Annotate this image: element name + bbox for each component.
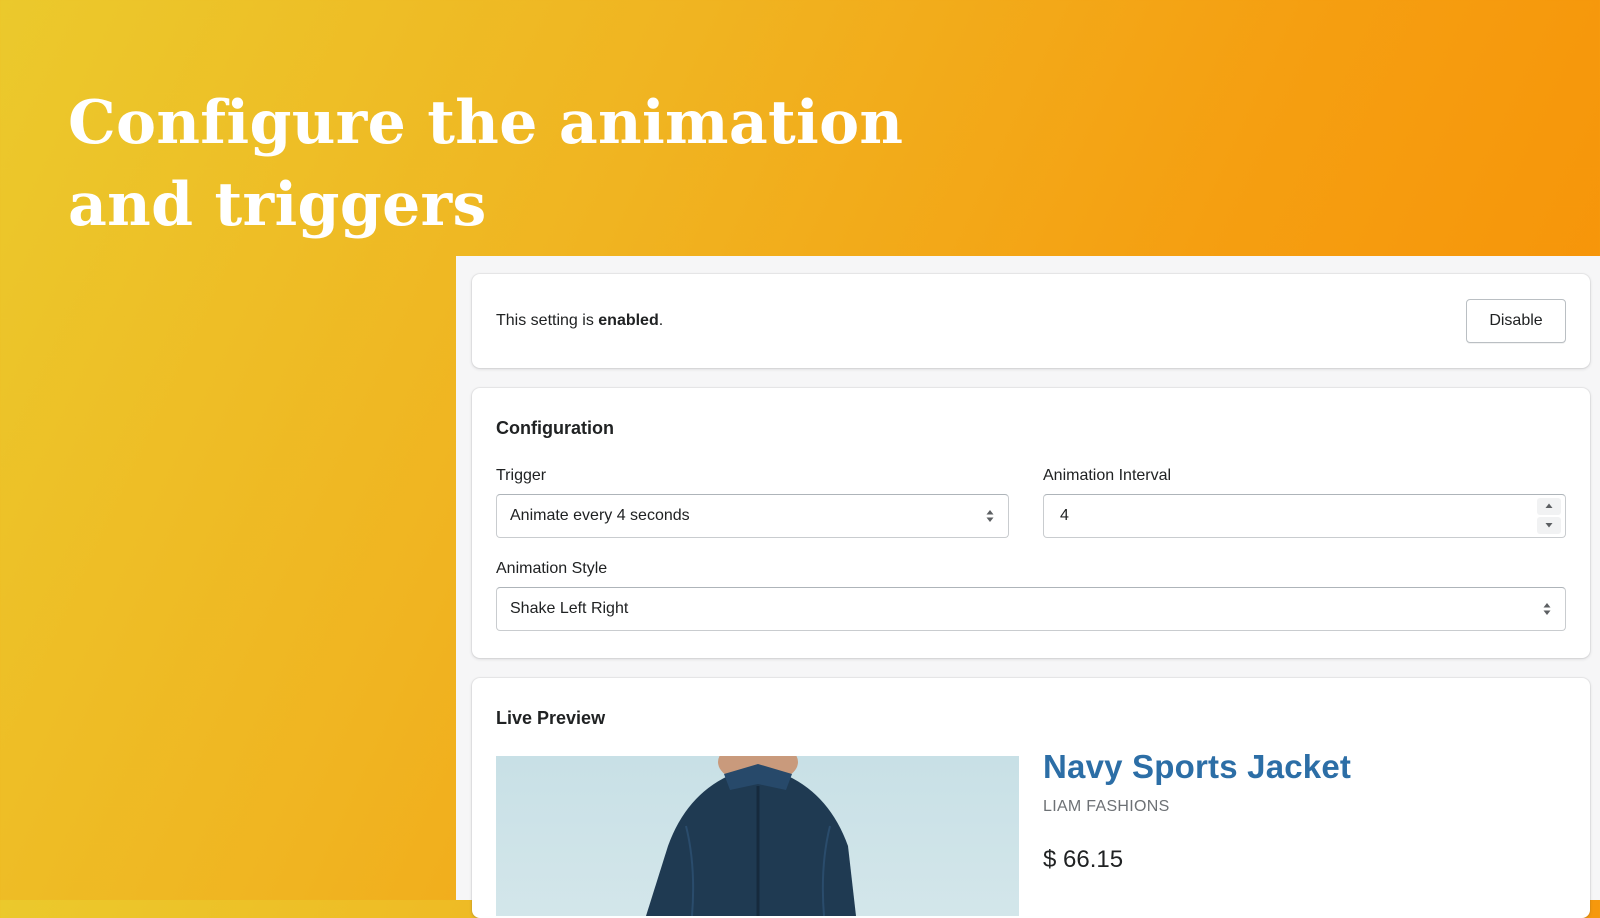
status-card: This setting is enabled. Disable: [472, 274, 1590, 368]
interval-label: Animation Interval: [1043, 467, 1172, 484]
product-name[interactable]: Navy Sports Jacket: [1043, 748, 1351, 786]
trigger-select-value: Animate every 4 seconds: [510, 507, 690, 524]
animation-style-select[interactable]: Shake Left Right: [496, 587, 1566, 631]
jacket-photo-icon: [646, 756, 856, 916]
status-state: enabled: [598, 312, 659, 329]
status-prefix: This setting is: [496, 312, 599, 329]
trigger-label: Trigger: [496, 467, 547, 484]
configuration-title: Configuration: [496, 418, 614, 438]
select-arrows-icon: [986, 509, 994, 523]
trigger-select[interactable]: Animate every 4 seconds: [496, 494, 1009, 538]
select-arrows-icon: [1543, 602, 1551, 616]
configuration-card: Configuration Trigger Animate every 4 se…: [472, 388, 1590, 658]
status-suffix: .: [658, 312, 664, 329]
disable-button[interactable]: Disable: [1466, 299, 1566, 343]
stepper-up-button[interactable]: [1537, 498, 1561, 515]
interval-input[interactable]: 4: [1043, 494, 1566, 538]
interval-stepper: [1535, 497, 1563, 535]
interval-input-value: 4: [1060, 507, 1069, 524]
product-vendor: LIAM FASHIONS: [1043, 798, 1170, 815]
style-label: Animation Style: [496, 560, 608, 577]
settings-panel: This setting is enabled. Disable Configu…: [456, 256, 1600, 918]
live-preview-card: Live Preview Navy Sports Jacket LIAM FAS…: [472, 678, 1590, 918]
headline-line-2: and triggers: [68, 170, 487, 240]
product-price: $ 66.15: [1043, 846, 1124, 873]
product-image: [496, 756, 1019, 916]
animation-style-value: Shake Left Right: [510, 600, 629, 617]
status-text: This setting is enabled.: [496, 312, 663, 330]
chevron-up-icon: [1545, 503, 1553, 508]
page-headline: Configure the animation and triggers: [68, 82, 903, 246]
live-preview-title: Live Preview: [496, 708, 606, 728]
stepper-down-button[interactable]: [1537, 517, 1561, 534]
headline-line-1: Configure the animation: [68, 88, 904, 158]
chevron-down-icon: [1545, 523, 1553, 528]
